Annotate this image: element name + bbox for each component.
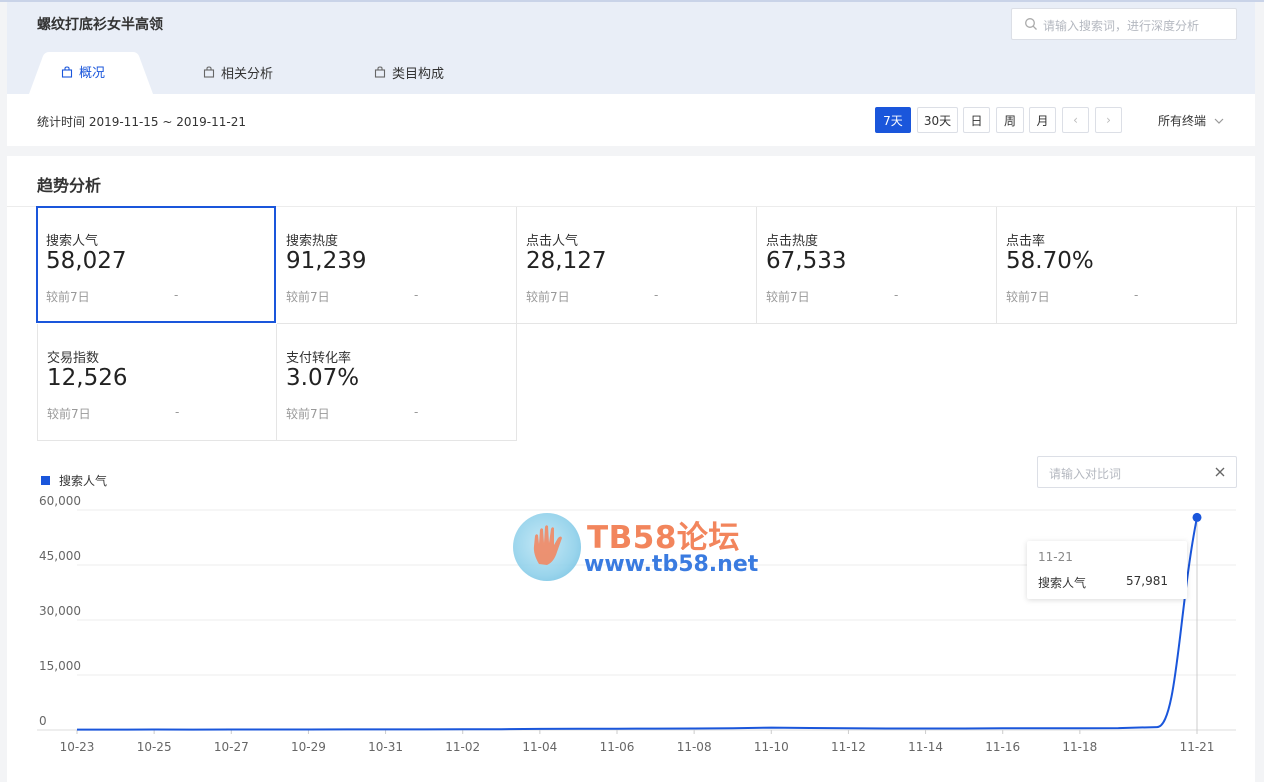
metric-compare-value: - <box>894 288 899 302</box>
tab-label: 类目构成 <box>392 66 445 82</box>
metric-compare-value: - <box>414 405 419 419</box>
metric-compare-label: 较前7日 <box>286 290 330 304</box>
watermark: TB58论坛 www.tb58.net <box>505 508 769 588</box>
metric-card-search-heat[interactable]: 搜索热度 91,239 较前7日 - <box>277 207 517 324</box>
metric-label: 搜索热度 <box>286 234 339 249</box>
x-tick-label: 11-21 <box>1180 740 1215 754</box>
period-month-button[interactable]: 月 <box>1029 107 1056 133</box>
x-tick-label: 11-06 <box>600 740 635 754</box>
period-30day-button[interactable]: 30天 <box>917 107 958 133</box>
metric-card-click-heat[interactable]: 点击热度 67,533 较前7日 - <box>757 207 997 324</box>
metric-value: 28,127 <box>526 248 607 274</box>
tooltip-series-name: 搜索人气 <box>1038 576 1087 590</box>
metric-label: 点击人气 <box>526 234 579 249</box>
metric-compare-label: 较前7日 <box>1006 290 1050 304</box>
tab-label: 相关分析 <box>221 66 274 82</box>
x-tick-label: 11-16 <box>985 740 1020 754</box>
compare-word-input[interactable]: 请输入对比词 <box>1037 456 1237 488</box>
metric-label: 点击热度 <box>766 234 819 249</box>
metric-value: 67,533 <box>766 248 847 274</box>
metric-compare-label: 较前7日 <box>286 407 330 421</box>
filter-bar: 统计时间 2019-11-15 ~ 2019-11-21 7天 30天 日 周 … <box>7 94 1255 146</box>
metric-card-click-popularity[interactable]: 点击人气 28,127 较前7日 - <box>517 207 757 324</box>
chevron-right-icon: › <box>1106 113 1111 127</box>
x-tick-label: 11-10 <box>754 740 789 754</box>
x-tick-label: 11-04 <box>522 740 557 754</box>
chevron-left-icon: ‹ <box>1073 113 1078 127</box>
data-point <box>1192 512 1202 522</box>
x-tick-label: 10-31 <box>368 740 403 754</box>
bag-icon <box>203 66 215 78</box>
metric-value: 3.07% <box>286 365 360 391</box>
period-7day-button[interactable]: 7天 <box>875 107 911 133</box>
metric-compare-label: 较前7日 <box>47 407 91 421</box>
metric-compare-value: - <box>175 405 180 419</box>
terminal-label: 所有终端 <box>1158 114 1207 128</box>
metric-label: 点击率 <box>1006 234 1046 249</box>
tab-bar: 概况 相关分析 类目构成 <box>7 50 1255 94</box>
bag-icon <box>374 66 386 78</box>
tab-label: 概况 <box>79 66 106 81</box>
x-tick-label: 10-23 <box>60 740 95 754</box>
y-tick-label: 30,000 <box>39 604 81 618</box>
x-tick-label: 10-25 <box>137 740 172 754</box>
x-tick-label: 10-27 <box>214 740 249 754</box>
metric-compare-label: 较前7日 <box>526 290 570 304</box>
x-tick-label: 11-18 <box>1062 740 1097 754</box>
y-tick-label: 60,000 <box>39 494 81 508</box>
metric-compare-value: - <box>654 288 659 302</box>
x-tick-label: 10-29 <box>291 740 326 754</box>
trend-panel: 趋势分析 搜索人气 58,027 较前7日 - 搜索热度 91,239 较前7日… <box>7 156 1255 782</box>
tab-overview[interactable]: 概况 <box>29 50 153 94</box>
x-tick-label: 11-08 <box>677 740 712 754</box>
prev-period-button[interactable]: ‹ <box>1062 107 1089 133</box>
metric-value: 58,027 <box>46 248 127 274</box>
search-placeholder: 请输入搜索词，进行深度分析 <box>1043 19 1200 33</box>
metric-value: 91,239 <box>286 248 367 274</box>
tooltip-date: 11-21 <box>1038 550 1073 564</box>
watermark-text: TB58论坛 <box>587 520 740 556</box>
hand-icon <box>533 525 562 565</box>
search-input[interactable]: 请输入搜索词，进行深度分析 <box>1011 8 1237 40</box>
metric-compare-value: - <box>174 288 179 302</box>
keyword-header: 螺纹打底衫女半高领 请输入搜索词，进行深度分析 概况 相关分析 类目构成 <box>7 2 1255 94</box>
period-week-button[interactable]: 周 <box>996 107 1024 133</box>
metric-compare-label: 较前7日 <box>46 290 90 304</box>
tab-related-analysis[interactable]: 相关分析 <box>203 50 273 94</box>
legend-swatch <box>41 476 50 485</box>
watermark-url: www.tb58.net <box>584 552 759 577</box>
x-tick-label: 11-12 <box>831 740 866 754</box>
compare-placeholder: 请输入对比词 <box>1049 467 1122 481</box>
tab-category-composition[interactable]: 类目构成 <box>374 50 444 94</box>
y-tick-label: 0 <box>39 714 47 728</box>
metric-value: 12,526 <box>47 365 128 391</box>
metric-compare-label: 较前7日 <box>766 290 810 304</box>
y-tick-label: 15,000 <box>39 659 81 673</box>
stat-time: 统计时间 2019-11-15 ~ 2019-11-21 <box>37 115 246 129</box>
panel-title: 趋势分析 <box>37 176 102 195</box>
metric-compare-value: - <box>414 288 419 302</box>
x-tick-label: 11-14 <box>908 740 943 754</box>
metric-label: 支付转化率 <box>286 351 352 366</box>
metric-label: 搜索人气 <box>46 234 99 249</box>
metric-compare-value: - <box>1134 288 1139 302</box>
x-tick-label: 11-02 <box>445 740 480 754</box>
metric-card-click-rate[interactable]: 点击率 58.70% 较前7日 - <box>997 207 1237 324</box>
metric-card-payment-conversion[interactable]: 支付转化率 3.07% 较前7日 - <box>277 324 517 441</box>
tooltip-value: 57,981 <box>1126 574 1168 588</box>
bag-icon <box>61 65 73 78</box>
metric-value: 58.70% <box>1006 248 1094 274</box>
keyword-title: 螺纹打底衫女半高领 <box>37 17 163 33</box>
period-day-button[interactable]: 日 <box>963 107 990 133</box>
chart-tooltip: 11-21 搜索人气 57,981 <box>1027 541 1187 599</box>
chevron-down-icon <box>1214 118 1224 124</box>
close-icon[interactable] <box>1214 466 1226 478</box>
terminal-dropdown[interactable]: 所有终端 <box>1158 112 1224 129</box>
next-period-button[interactable]: › <box>1095 107 1122 133</box>
metric-card-trade-index[interactable]: 交易指数 12,526 较前7日 - <box>37 324 277 441</box>
metric-card-search-popularity[interactable]: 搜索人气 58,027 较前7日 - <box>36 206 276 323</box>
search-icon <box>1025 18 1037 30</box>
y-tick-label: 45,000 <box>39 549 81 563</box>
metric-label: 交易指数 <box>47 351 100 366</box>
